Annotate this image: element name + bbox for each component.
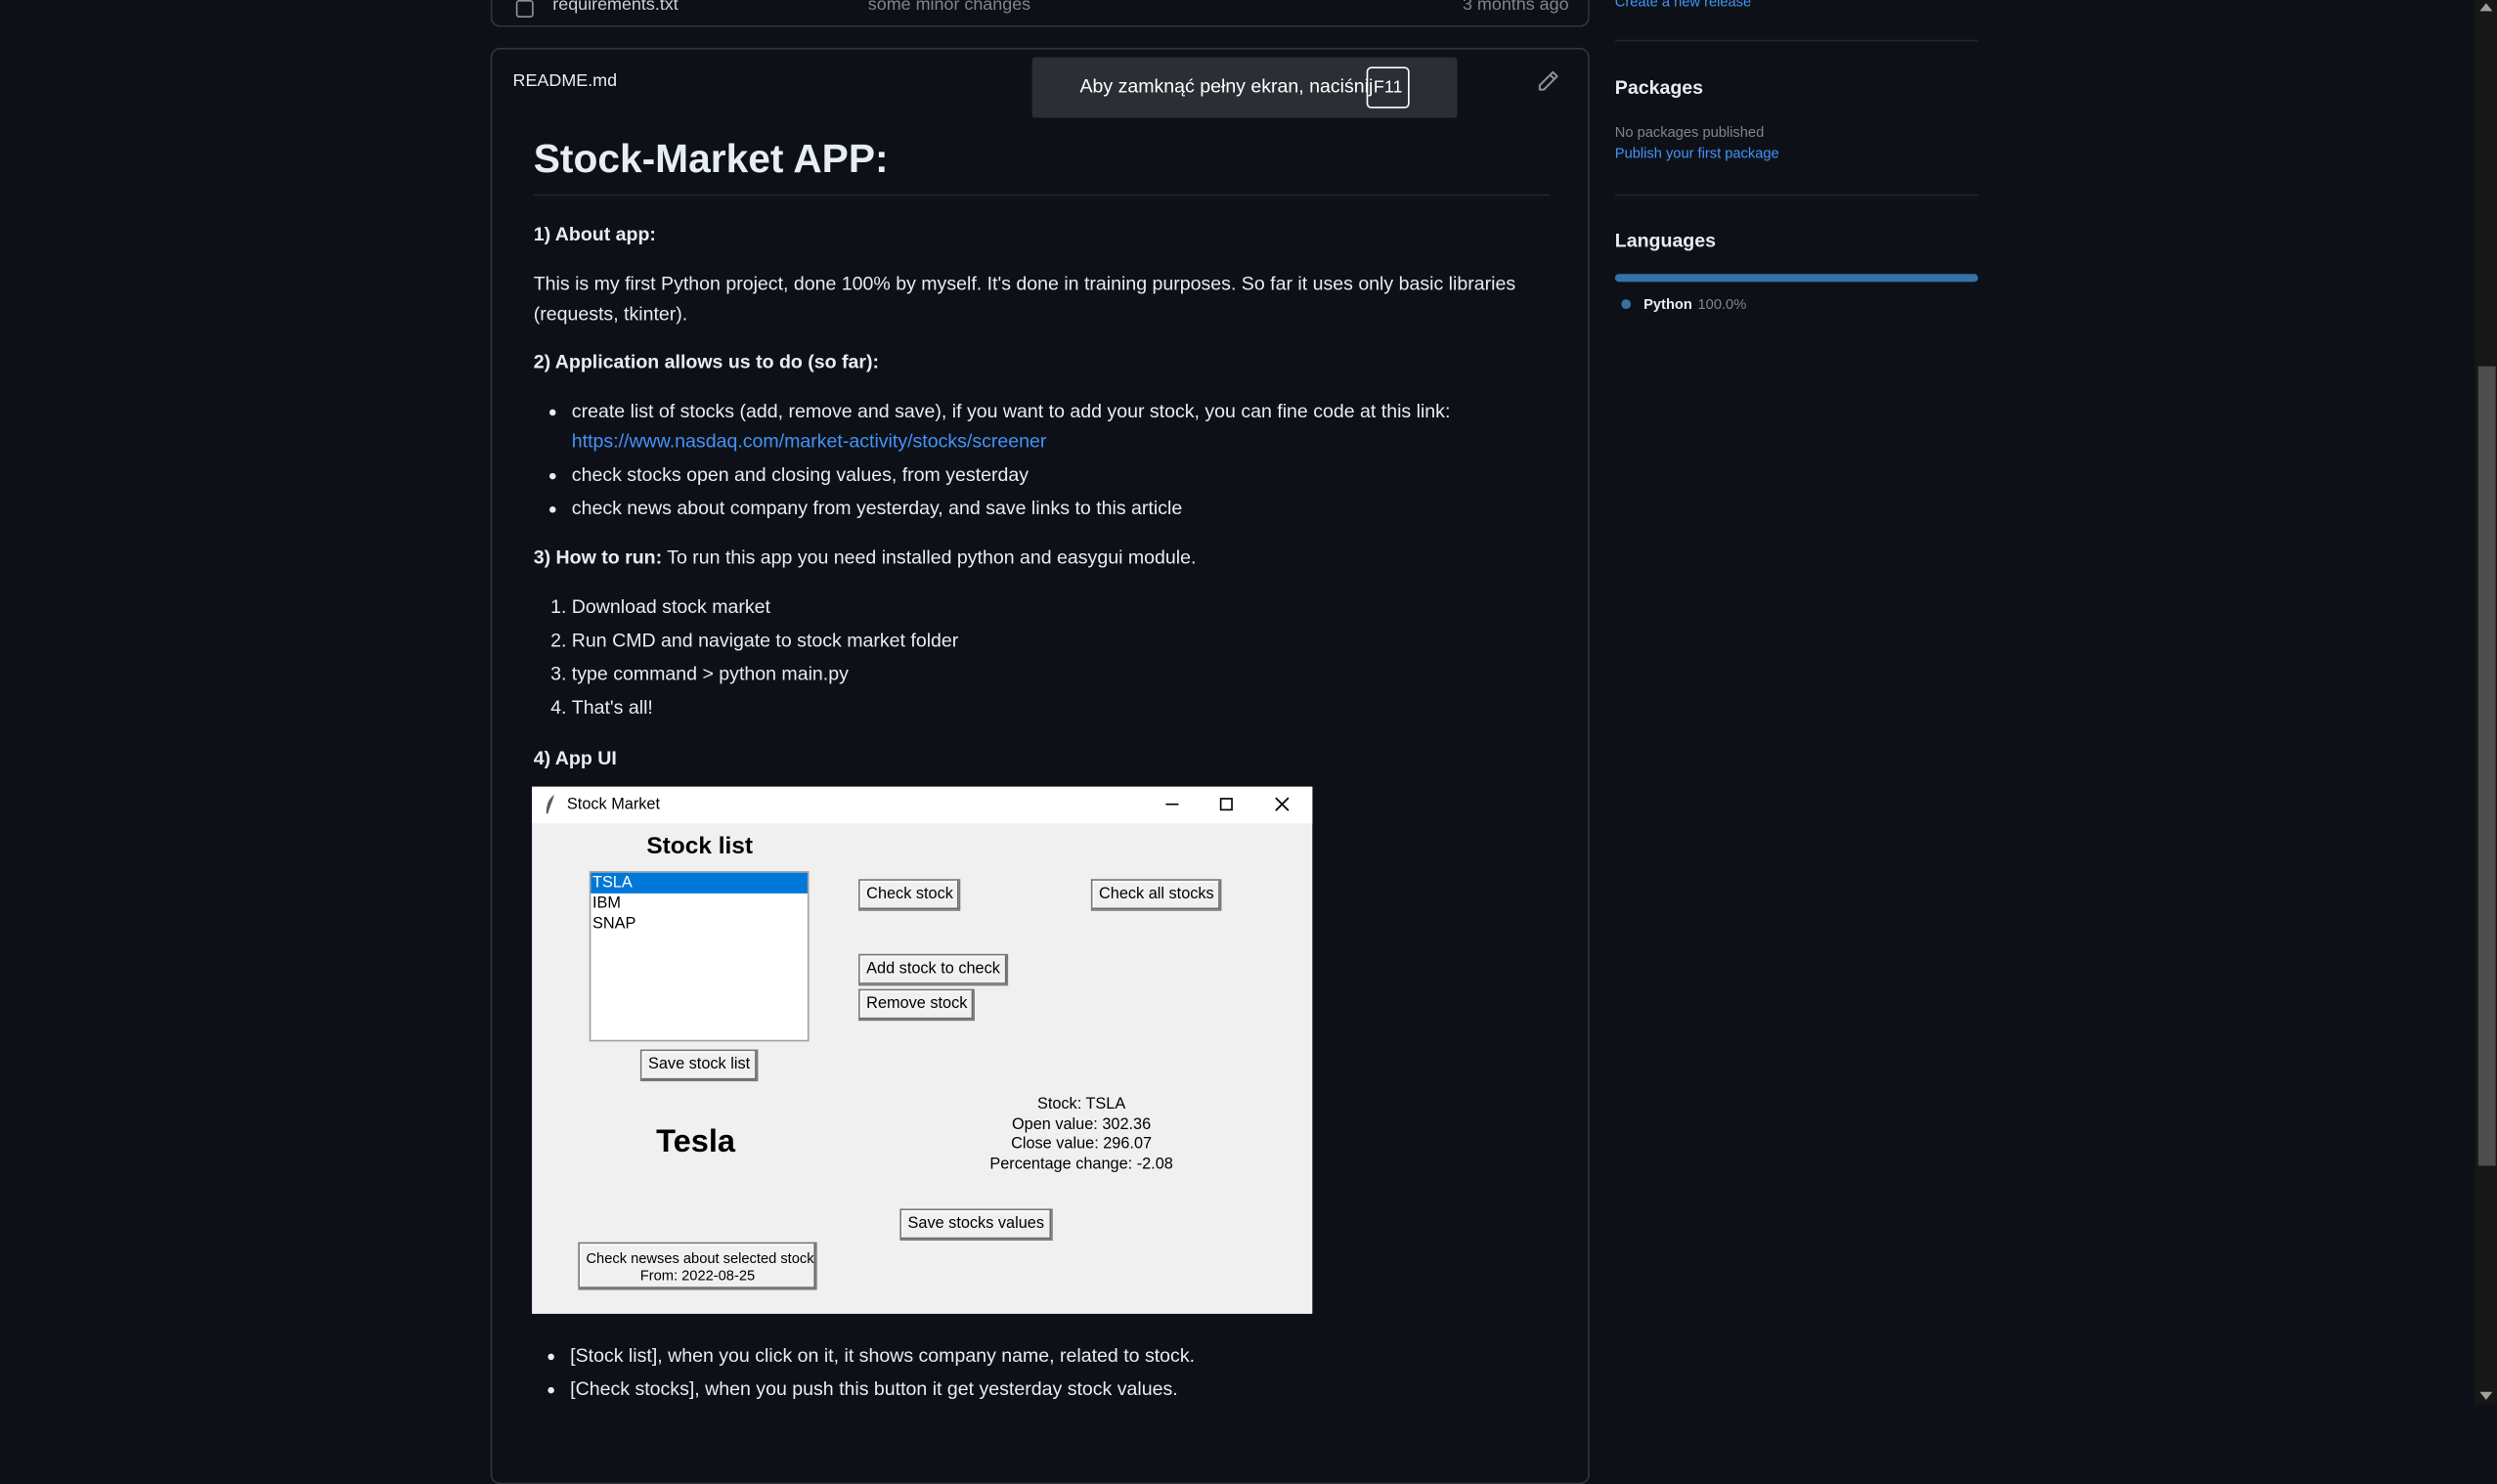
section-4-heading: 4) App UI [533,747,617,769]
save-stocks-values-button: Save stocks values [899,1208,1053,1241]
file-age: 3 months ago [1462,0,1569,15]
section-1-heading: 1) About app: [533,223,656,245]
check-news-button: Check newses about selected stock From: … [578,1242,817,1290]
list-item: That's all! [572,693,1553,723]
save-stock-list-button: Save stock list [639,1049,759,1082]
scroll-up-arrow-icon[interactable] [2479,3,2493,12]
company-name-label: Tesla [656,1124,736,1159]
title-divider [533,194,1551,196]
stock-list-item: TSLA [591,872,808,894]
close-icon [1275,797,1290,811]
file-icon [515,0,534,18]
list-item: Download stock market [572,592,1553,623]
stock-list-item: SNAP [591,915,636,934]
check-news-line-2: From: 2022-08-25 [639,1267,756,1284]
list-item: [Stock list], when you click on it, it s… [570,1341,1590,1372]
app-window-title: Stock Market [566,796,660,814]
stock-info-change: Percentage change: -2.08 [989,1155,1173,1173]
list-item: check stocks open and closing values, fr… [572,460,1553,491]
stock-info-open: Open value: 302.36 [1011,1115,1152,1134]
check-all-stocks-button: Check all stocks [1090,879,1222,911]
stock-list-label: Stock list [646,832,754,860]
run-steps-list: Download stock market Run CMD and naviga… [534,592,1554,726]
minimize-icon [1165,803,1179,806]
packages-heading[interactable]: Packages [1615,76,1703,99]
list-item: create list of stocks (add, remove and s… [572,397,1553,458]
readme-header: README.md Aby zamknąć pełny ekran, naciś… [492,49,1588,118]
scrollbar-thumb[interactable] [2477,366,2496,1166]
list-item: [Check stocks], when you push this butto… [570,1375,1590,1405]
publish-package-link[interactable]: Publish your first package [1615,145,1779,160]
language-percent: 100.0% [1697,295,1747,313]
section-3-text: To run this app you need installed pytho… [667,546,1197,569]
languages-heading: Languages [1614,229,1717,252]
pencil-icon[interactable] [1537,70,1559,93]
app-ui-screenshot: Stock Market Stock list TSLA IBM SNAP Ch… [532,786,1313,1314]
feature-text: create list of stocks (add, remove and s… [571,399,1451,422]
check-news-line-1: Check newses about selected stock [586,1249,814,1267]
list-item: check news about company from yesterday,… [572,494,1553,524]
nasdaq-screener-link[interactable]: https://www.nasdaq.com/market-activity/s… [572,430,1047,453]
stock-info: Stock: TSLA Open value: 302.36 Close val… [946,1096,1217,1175]
language-bar [1614,274,1979,283]
list-item: type command > python main.py [572,659,1553,689]
section-3-heading: 3) How to run: [533,546,663,569]
file-row-requirements[interactable]: requirements.txt some minor changes 3 mo… [490,0,1590,27]
readme-title: Stock-Market APP: [533,137,889,182]
sidebar-divider [1614,39,1979,42]
create-release-link[interactable]: Create a new release [1615,0,1751,10]
file-commit-message[interactable]: some minor changes [868,0,1030,15]
sidebar-divider [1614,194,1979,196]
app-titlebar: Stock Market [532,786,1313,824]
no-packages-text: No packages published [1614,124,1765,141]
file-name[interactable]: requirements.txt [552,0,678,15]
features-list: create list of stocks (add, remove and s… [534,397,1554,528]
stock-info-symbol: Stock: TSLA [1036,1095,1126,1113]
scroll-down-arrow-icon[interactable] [2479,1391,2493,1400]
list-item: Run CMD and navigate to stock market fol… [572,626,1553,656]
fullscreen-toast-key: F11 [1366,66,1410,109]
maximize-icon [1219,798,1233,811]
stock-info-close: Close value: 296.07 [1011,1135,1153,1154]
fullscreen-toast: Aby zamknąć pełny ekran, naciśnij F11 [1031,57,1458,118]
language-name[interactable]: Python [1643,296,1692,312]
remove-stock-button: Remove stock [858,988,976,1022]
feather-icon [546,794,554,814]
fullscreen-toast-message: Aby zamknąć pełny ekran, naciśnij [1079,74,1374,98]
add-stock-button: Add stock to check [858,953,1009,986]
app-ui-description-list: [Stock list], when you click on it, it s… [532,1341,1590,1408]
check-stock-button: Check stock [858,879,962,911]
python-dot-icon [1621,299,1632,310]
readme-filename[interactable]: README.md [513,71,618,91]
stock-listbox: TSLA IBM SNAP [589,871,810,1042]
stock-list-item: IBM [591,895,621,913]
section-2-heading: 2) Application allows us to do (so far): [533,350,880,373]
section-1-text: This is my first Python project, done 10… [533,272,1516,326]
